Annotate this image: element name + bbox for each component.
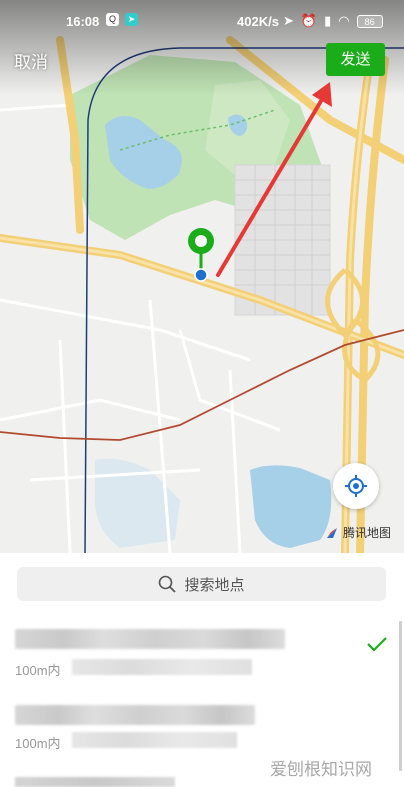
status-bar: 16:08 Q ➤ 402K/s ➤ ⏰ ▮ ◠ 86 (0, 0, 404, 40)
signal-icon: ▮ (324, 13, 332, 28)
location-panel: 搜索地点 100m内 100m内 爱刨根知识网 (0, 553, 404, 787)
wifi-icon: ◠ (338, 13, 350, 28)
redacted-address (72, 732, 237, 748)
distance-label: 100m内 (15, 663, 61, 678)
scrollbar[interactable] (399, 621, 402, 771)
search-input[interactable]: 搜索地点 (17, 567, 386, 601)
battery-icon: 86 (356, 14, 383, 28)
redacted-place-name (15, 629, 285, 649)
redacted-place-name (15, 777, 175, 787)
map-provider-label: 腾讯地图 (343, 526, 392, 540)
search-placeholder: 搜索地点 (184, 575, 245, 594)
qq-icon: Q (106, 13, 119, 26)
alarm-icon: ⏰ (300, 13, 318, 28)
search-icon (159, 575, 177, 593)
watermark: 爱刨根知识网 (270, 760, 372, 780)
redacted-address (72, 659, 252, 675)
locate-me-button[interactable] (333, 463, 379, 509)
location-pin-icon (188, 228, 214, 282)
send-button[interactable]: 发送 (326, 43, 385, 76)
cancel-button[interactable]: 取消 (14, 48, 48, 73)
tencent-map-icon (327, 527, 337, 538)
location-arrow-icon: ➤ (283, 13, 294, 28)
map-provider-logo: 腾讯地图 (325, 524, 391, 541)
map-view[interactable]: 16:08 Q ➤ 402K/s ➤ ⏰ ▮ ◠ 86 取消 发送 腾讯地图 (0, 0, 404, 553)
distance-label: 100m内 (15, 736, 61, 751)
selected-check-icon (367, 637, 387, 652)
redacted-place-name (15, 705, 255, 725)
status-time: 16:08 (66, 14, 100, 29)
network-speed: 402K/s (237, 14, 279, 29)
crosshair-icon (345, 475, 367, 497)
list-item[interactable]: 100m内 (0, 617, 404, 699)
send-icon: ➤ (125, 13, 138, 26)
